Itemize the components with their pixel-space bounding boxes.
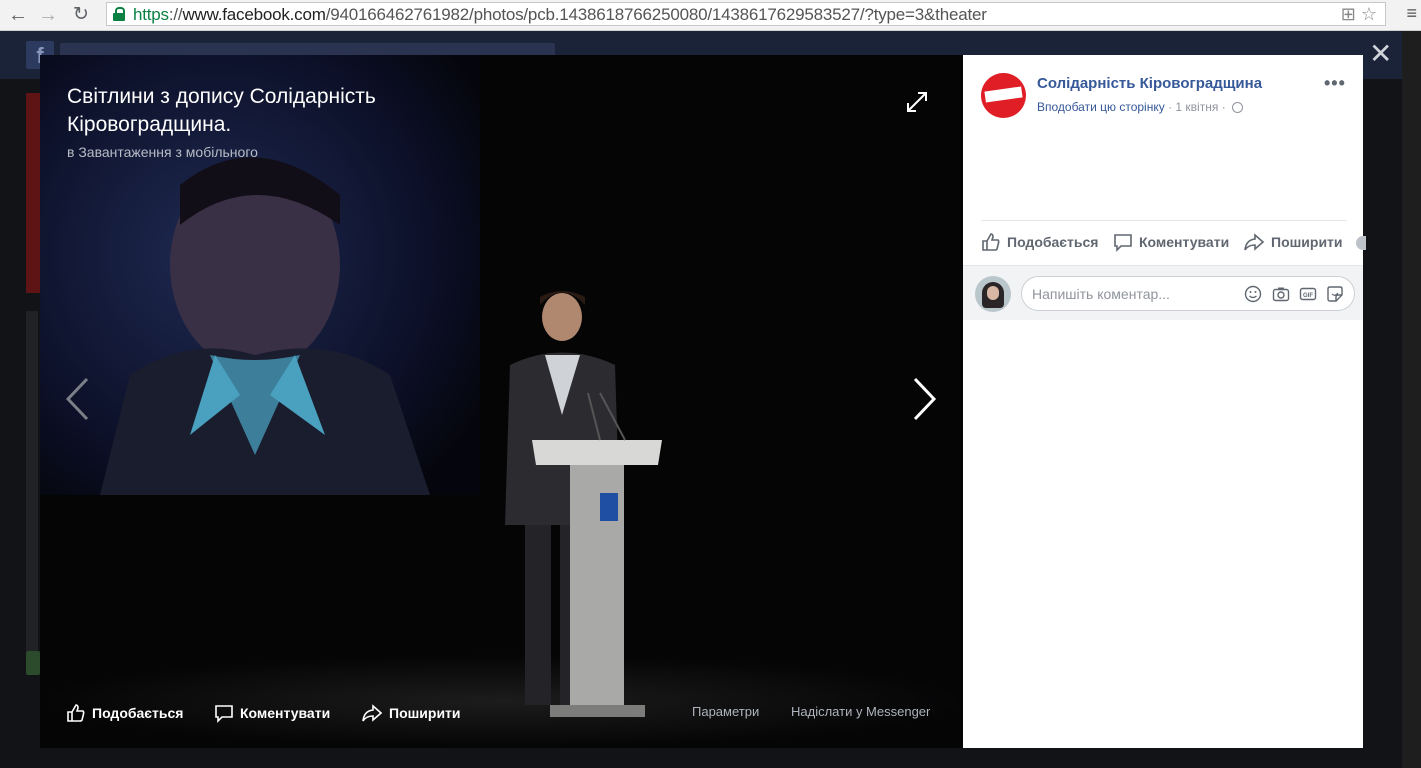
- globe-icon: [1232, 102, 1244, 113]
- post-comment-button[interactable]: Коментувати: [1113, 232, 1229, 252]
- camera-icon[interactable]: [1272, 285, 1290, 303]
- share-icon: [362, 704, 383, 722]
- share-icon: [1244, 233, 1265, 251]
- star-icon[interactable]: ☆: [1361, 4, 1377, 24]
- svg-text:GIF: GIF: [1303, 293, 1313, 299]
- post-action-bar: Подобається Коментувати Поширити: [981, 229, 1366, 257]
- photo-action-bar: Подобається Коментувати Поширити Парамет…: [40, 695, 963, 735]
- more-icon[interactable]: •••: [1324, 73, 1346, 94]
- like-icon: [67, 704, 85, 722]
- comment-input[interactable]: Напишіть коментар... GIF: [1021, 276, 1355, 311]
- photo-title: Світлини з допису Солідарність Кіровогра…: [67, 85, 376, 136]
- back-arrow-icon[interactable]: ←: [8, 4, 28, 26]
- scrollbar[interactable]: [1402, 31, 1421, 768]
- close-icon[interactable]: ✕: [1369, 40, 1392, 68]
- share-label: Поширити: [389, 705, 461, 721]
- like-icon: [982, 233, 1000, 251]
- photo-stage: Світлини з допису Солідарність Кіровогра…: [40, 55, 963, 748]
- follow-page-link[interactable]: Вподобати цю сторінку: [1037, 100, 1165, 114]
- post-meta: Вподобати цю сторінку · 1 квітня ·: [1037, 100, 1244, 114]
- browser-toolbar: ← → ↻ https://www.facebook.com/940166462…: [0, 0, 1421, 31]
- comment-icon: [215, 705, 233, 723]
- chevron-left-icon[interactable]: [62, 375, 92, 423]
- omnibox-icons: ⊞ ☆: [1341, 4, 1377, 25]
- share-button[interactable]: Поширити: [361, 701, 461, 725]
- options-link[interactable]: Параметри: [692, 704, 759, 719]
- comment-button[interactable]: Коментувати: [214, 701, 330, 725]
- gif-icon[interactable]: GIF: [1299, 285, 1317, 303]
- like-label: Подобається: [92, 705, 184, 721]
- post-date[interactable]: 1 квітня: [1175, 100, 1218, 114]
- comment-placeholder: Напишіть коментар...: [1032, 286, 1170, 302]
- post-like-button[interactable]: Подобається: [981, 232, 1098, 252]
- background-button: [26, 651, 40, 675]
- translate-icon[interactable]: ⊞: [1341, 4, 1356, 24]
- reaction-selector-icon[interactable]: [1356, 236, 1366, 250]
- post-share-button[interactable]: Поширити: [1243, 232, 1343, 252]
- reload-icon[interactable]: ↻: [73, 4, 89, 26]
- post-share-label: Поширити: [1271, 234, 1343, 250]
- menu-icon[interactable]: ≡: [1406, 3, 1417, 24]
- page-name-link[interactable]: Солідарність Кіровоградщина: [1037, 75, 1262, 92]
- lock-icon: [113, 7, 125, 21]
- user-avatar[interactable]: [975, 276, 1011, 312]
- background-left-column: [26, 311, 38, 651]
- forward-arrow-icon[interactable]: →: [38, 4, 58, 26]
- post-like-label: Подобається: [1007, 234, 1099, 250]
- chevron-right-icon[interactable]: [910, 375, 940, 423]
- photo-album[interactable]: в Завантаження з мобільного: [67, 144, 258, 160]
- comment-composer: Напишіть коментар... GIF: [963, 265, 1363, 320]
- like-button[interactable]: Подобається: [66, 701, 183, 725]
- emoji-icon[interactable]: [1244, 285, 1262, 303]
- address-bar[interactable]: https://www.facebook.com/940166462761982…: [106, 2, 1386, 26]
- sticker-icon[interactable]: [1326, 285, 1344, 303]
- comment-icon: [1114, 234, 1132, 252]
- post-comment-label: Коментувати: [1139, 234, 1230, 250]
- url-text[interactable]: https://www.facebook.com/940166462761982…: [133, 4, 987, 25]
- photo-viewer: Світлини з допису Солідарність Кіровогра…: [40, 55, 1366, 748]
- send-messenger-link[interactable]: Надіслати у Messenger: [791, 704, 930, 719]
- page-avatar[interactable]: [981, 73, 1026, 118]
- comment-label: Коментувати: [240, 705, 331, 721]
- divider: [981, 220, 1347, 221]
- expand-icon[interactable]: [904, 89, 930, 115]
- post-side-panel: Солідарність Кіровоградщина Вподобати цю…: [963, 55, 1366, 748]
